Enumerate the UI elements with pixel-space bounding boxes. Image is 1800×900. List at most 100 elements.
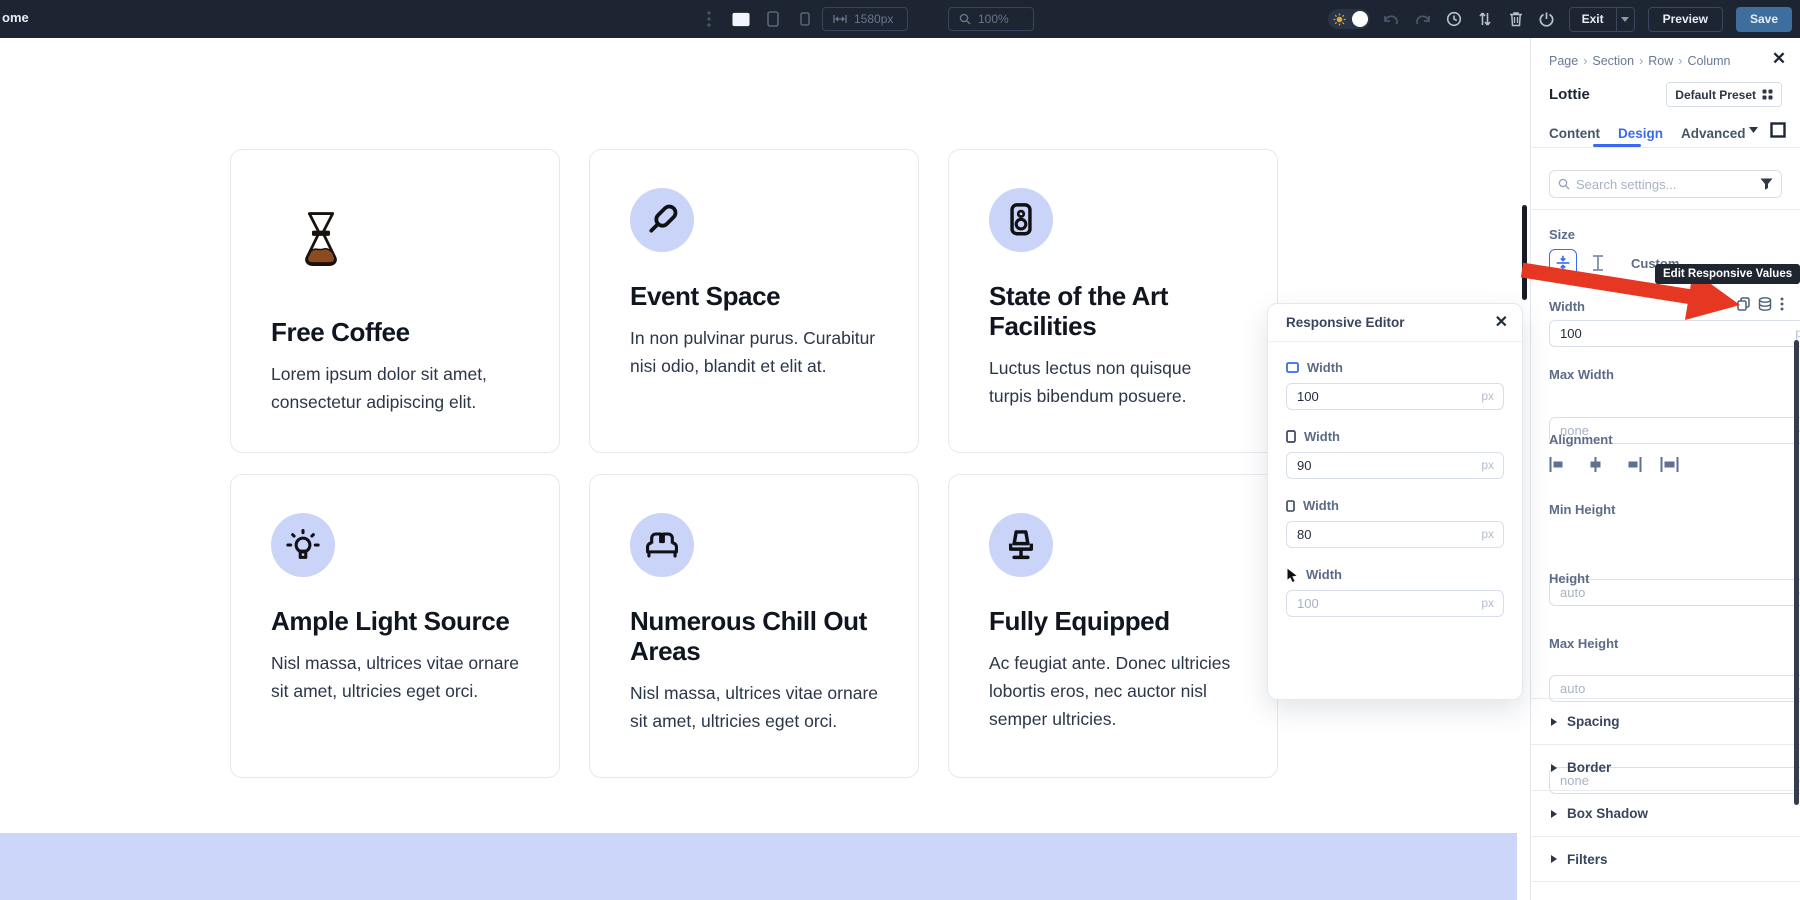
couch-icon[interactable] <box>630 513 694 577</box>
wireframe-toggle-icon[interactable] <box>1770 122 1786 138</box>
card-title: Ample Light Source <box>271 607 519 637</box>
section-filters[interactable]: Filters <box>1531 836 1800 882</box>
card-body: Ac feugiat ante. Donec ultricies loborti… <box>989 649 1237 733</box>
size-width-mode-button[interactable] <box>1549 249 1577 277</box>
breadcrumb-separator: › <box>1583 54 1587 68</box>
min-height-label: Min Height <box>1549 502 1782 517</box>
card-body: Lorem ipsum dolor sit amet, consectetur … <box>271 360 519 416</box>
exit-dropdown[interactable] <box>1616 8 1634 31</box>
desktop-device-icon[interactable] <box>732 10 750 28</box>
canvas-width-control[interactable]: 1580px <box>822 7 908 31</box>
card-title: State of the Art Facilities <box>989 282 1237 342</box>
exit-button[interactable]: Exit <box>1569 7 1635 32</box>
breadcrumb-separator: › <box>1678 54 1682 68</box>
canvas-scrollbar[interactable] <box>1522 205 1527 300</box>
tab-content[interactable]: Content <box>1549 126 1600 141</box>
tablet-device-icon[interactable] <box>764 10 782 28</box>
collapse-arrow-icon <box>1551 855 1557 863</box>
close-popup-icon[interactable]: ✕ <box>1495 315 1508 331</box>
width-input-wrap: px <box>1549 320 1800 347</box>
section-box-shadow[interactable]: Box Shadow <box>1531 790 1800 836</box>
magnifier-icon <box>959 13 971 25</box>
alignment-options <box>1549 456 1782 473</box>
page-title: ome <box>2 10 29 25</box>
speaker-icon[interactable] <box>989 188 1053 252</box>
preset-grid-icon <box>1762 89 1773 100</box>
preview-button[interactable]: Preview <box>1648 7 1723 32</box>
section-border[interactable]: Border <box>1531 744 1800 790</box>
breadcrumb-column[interactable]: Column <box>1687 54 1730 68</box>
filter-funnel-icon[interactable] <box>1760 178 1773 190</box>
more-options-icon[interactable] <box>1780 297 1784 311</box>
breadcrumb-section[interactable]: Section <box>1592 54 1634 68</box>
exit-label: Exit <box>1570 12 1616 26</box>
card-body: Nisl massa, ultrices vitae ornare sit am… <box>630 679 878 735</box>
top-toolbar: ome 1580px 100% <box>0 0 1800 38</box>
search-input[interactable] <box>1576 177 1754 192</box>
card-body: In non pulvinar purus. Curabitur nisi od… <box>630 324 878 380</box>
paddle-icon[interactable] <box>630 188 694 252</box>
tab-advanced[interactable]: Advanced <box>1681 126 1746 141</box>
section-spacing[interactable]: Spacing <box>1531 698 1800 744</box>
responsive-editor-title: Responsive Editor <box>1286 315 1405 330</box>
office-chair-icon[interactable] <box>989 513 1053 577</box>
copy-responsive-icon[interactable] <box>1737 297 1750 311</box>
align-left-icon[interactable] <box>1549 456 1568 473</box>
size-height-mode-button[interactable] <box>1584 249 1612 277</box>
fit-height-icon <box>1590 254 1606 272</box>
breakpoint-field-tablet: Width px <box>1286 429 1504 479</box>
align-center-icon[interactable] <box>1586 456 1605 473</box>
coffee-chemex-icon[interactable] <box>271 188 371 288</box>
breadcrumb-page[interactable]: Page <box>1549 54 1578 68</box>
element-name: Lottie <box>1549 86 1590 103</box>
more-dots-icon[interactable] <box>700 10 718 28</box>
save-button[interactable]: Save <box>1736 7 1792 32</box>
mouse-cursor-icon <box>1286 568 1298 582</box>
feature-card-chill-out[interactable]: Numerous Chill Out Areas Nisl massa, ult… <box>589 474 919 778</box>
history-icon[interactable] <box>1445 10 1463 28</box>
align-stretch-icon[interactable] <box>1660 456 1679 473</box>
page-footer-section[interactable] <box>0 833 1517 900</box>
default-preset-button[interactable]: Default Preset <box>1666 82 1782 107</box>
theme-toggle[interactable] <box>1328 9 1370 29</box>
tab-design[interactable]: Design <box>1618 126 1663 141</box>
feature-card-facilities[interactable]: State of the Art Facilities Luctus lectu… <box>948 149 1278 453</box>
align-right-icon[interactable] <box>1623 456 1642 473</box>
phone-breakpoint-icon <box>1286 500 1295 512</box>
undo-icon[interactable] <box>1383 10 1401 28</box>
breadcrumb-row[interactable]: Row <box>1648 54 1673 68</box>
desktop-breakpoint-icon <box>1286 362 1299 373</box>
height-label: Height <box>1549 571 1782 586</box>
feature-card-fully-equipped[interactable]: Fully Equipped Ac feugiat ante. Donec ul… <box>948 474 1278 778</box>
sidebar-scrollbar[interactable] <box>1794 340 1799 805</box>
power-icon[interactable] <box>1538 10 1556 28</box>
max-width-label: Max Width <box>1549 367 1782 382</box>
max-height-label: Max Height <box>1549 636 1782 651</box>
card-title: Free Coffee <box>271 318 519 348</box>
card-body: Luctus lectus non quisque turpis bibendu… <box>989 354 1237 410</box>
close-panel-icon[interactable]: ✕ <box>1770 50 1788 68</box>
phone-landscape-width-input[interactable] <box>1286 590 1504 617</box>
feature-card-event-space[interactable]: Event Space In non pulvinar purus. Curab… <box>589 149 919 453</box>
database-icon[interactable] <box>1758 297 1772 311</box>
width-input[interactable] <box>1549 320 1800 347</box>
phone-device-icon[interactable] <box>796 10 814 28</box>
trash-icon[interactable] <box>1507 10 1525 28</box>
tabs-dropdown-icon[interactable] <box>1749 127 1758 133</box>
phone-width-input[interactable] <box>1286 521 1504 548</box>
zoom-control[interactable]: 100% <box>948 7 1034 31</box>
card-title: Fully Equipped <box>989 607 1237 637</box>
desktop-width-input[interactable] <box>1286 383 1504 410</box>
tablet-width-input[interactable] <box>1286 452 1504 479</box>
redo-icon[interactable] <box>1414 10 1432 28</box>
feature-card-light-source[interactable]: Ample Light Source Nisl massa, ultrices … <box>230 474 560 778</box>
feature-card-free-coffee[interactable]: Free Coffee Lorem ipsum dolor sit amet, … <box>230 149 560 453</box>
toggle-knob <box>1352 11 1368 27</box>
width-unit[interactable]: px <box>1795 326 1800 340</box>
sort-arrows-icon[interactable] <box>1476 10 1494 28</box>
card-title: Event Space <box>630 282 878 312</box>
settings-tabs: Content Design Advanced <box>1549 118 1782 148</box>
toolbar-actions: Exit Preview Save <box>1328 0 1792 38</box>
lightbulb-icon[interactable] <box>271 513 335 577</box>
settings-search[interactable] <box>1549 170 1782 198</box>
